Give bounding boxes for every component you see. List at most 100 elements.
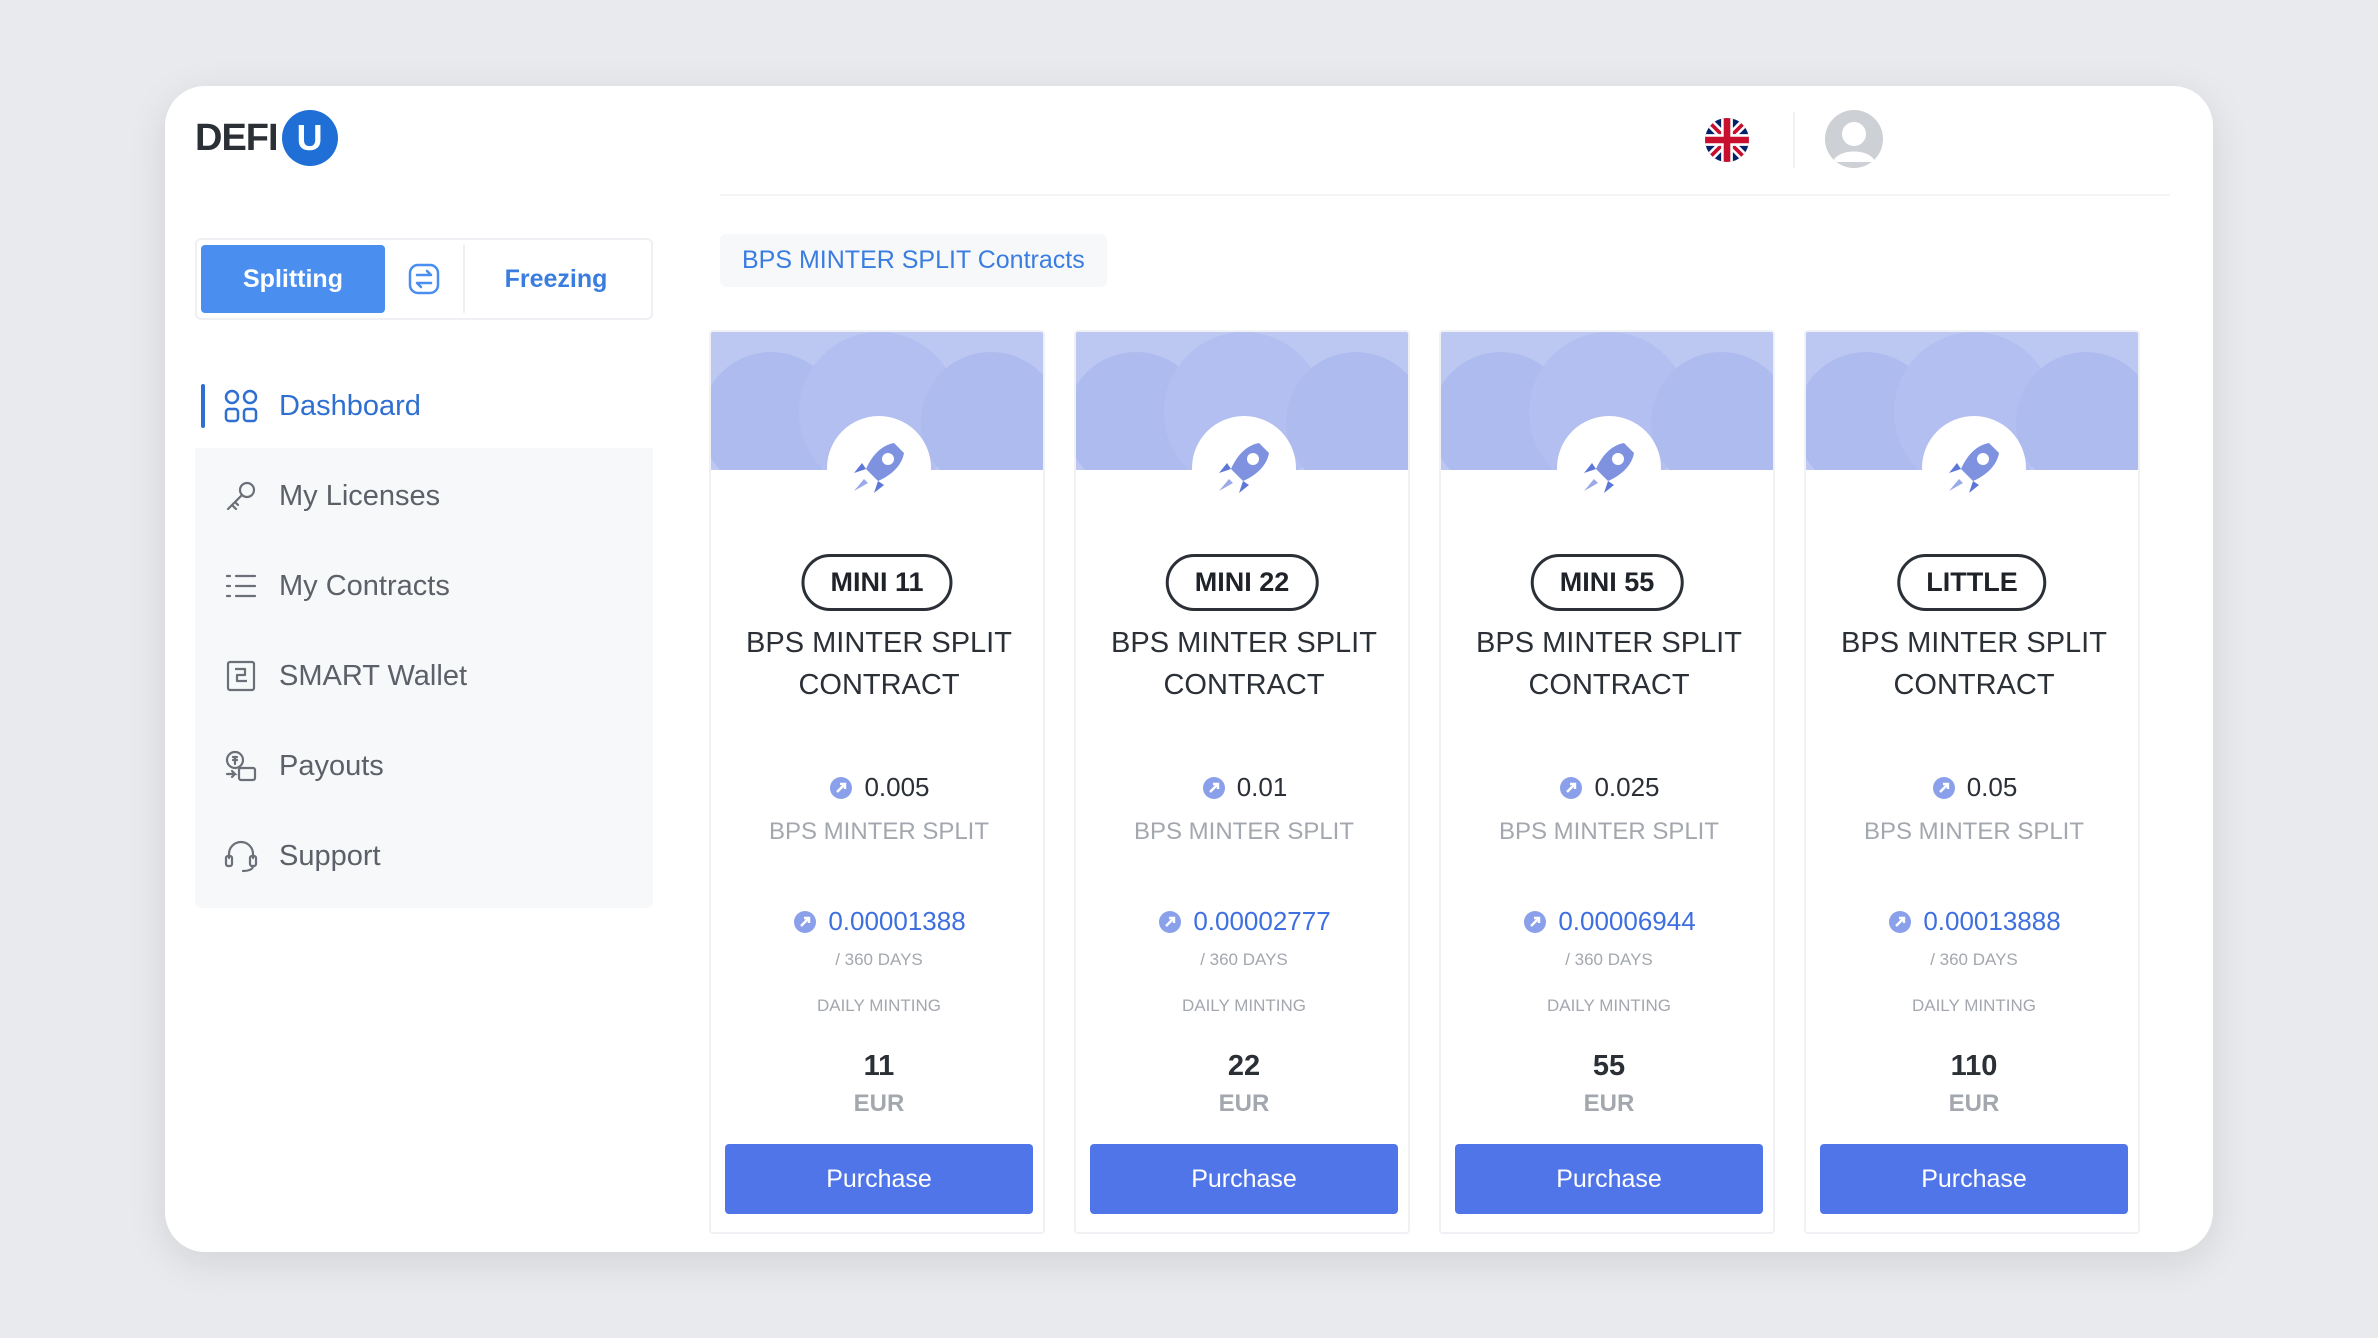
card-mint-value: 0.00001388: [828, 906, 966, 936]
coin-icon: [1889, 910, 1912, 933]
purchase-button[interactable]: Purchase: [1820, 1144, 2128, 1214]
sidebar-item-label: My Contracts: [279, 569, 450, 602]
sidebar-item-payouts[interactable]: Payouts: [195, 724, 653, 808]
card-name-line2: CONTRACT: [1163, 669, 1325, 701]
card-name-line2: CONTRACT: [798, 669, 960, 701]
card-tag: MINI 55: [1530, 554, 1684, 611]
wallet-icon: [226, 660, 256, 692]
card-period: / 360 DAYS: [835, 950, 923, 969]
card-period: / 360 DAYS: [1200, 950, 1288, 969]
card-price-value: 0.005: [864, 772, 930, 802]
card-daily-label: DAILY MINTING: [1181, 996, 1307, 1015]
card-tag: LITTLE: [1897, 554, 2047, 611]
sidebar-item-label: My Licenses: [279, 479, 441, 512]
coin-icon: [830, 776, 853, 799]
purchase-button[interactable]: Purchase: [1455, 1144, 1763, 1214]
card-price-value: 0.025: [1594, 772, 1660, 802]
rocket-icon: [1192, 416, 1296, 520]
key-icon: [226, 481, 256, 511]
card-amount: 11: [863, 1050, 895, 1082]
sidebar-menu: Dashboard My Licenses My Contracts SMART…: [195, 364, 653, 908]
sidebar-item-label: SMART Wallet: [279, 659, 468, 692]
coin-icon: [794, 910, 817, 933]
card-name-line1: BPS MINTER SPLIT: [1841, 627, 2107, 659]
card-daily-label: DAILY MINTING: [816, 996, 942, 1015]
user-avatar-icon[interactable]: [1825, 110, 1883, 168]
coin-icon: [1524, 910, 1547, 933]
card-amount: 110: [1950, 1050, 1998, 1082]
card-mint-value: 0.00013888: [1923, 906, 2061, 936]
card-price-label: BPS MINTER SPLIT: [1498, 818, 1720, 845]
card-period: / 360 DAYS: [1930, 950, 2018, 969]
card-mint: 0.00006944: [1441, 906, 1773, 937]
sidebar-item-label: Dashboard: [279, 389, 421, 422]
list-icon: [225, 574, 257, 598]
card-name-line1: BPS MINTER SPLIT: [1111, 627, 1377, 659]
card-mint: 0.00013888: [1806, 906, 2138, 937]
rocket-icon: [1922, 416, 2026, 520]
card-price-label: BPS MINTER SPLIT: [1863, 818, 2085, 845]
card-mint: 0.00002777: [1076, 906, 1408, 937]
card-name-line2: CONTRACT: [1528, 669, 1690, 701]
card-mint-value: 0.00002777: [1193, 906, 1331, 936]
header-divider: [1793, 112, 1795, 168]
card-currency: EUR: [1218, 1090, 1270, 1117]
card-price: 0.01: [1076, 772, 1408, 803]
card-currency: EUR: [1948, 1090, 2000, 1117]
card-price-label: BPS MINTER SPLIT: [768, 818, 990, 845]
contract-card-mini-22: MINI 22 BPS MINTER SPLIT CONTRACT 0.01 B…: [1074, 330, 1410, 1234]
purchase-button[interactable]: Purchase: [725, 1144, 1033, 1214]
card-tag: MINI 22: [1165, 554, 1319, 611]
freezing-tab[interactable]: Freezing: [463, 245, 647, 313]
card-price-value: 0.01: [1236, 772, 1288, 802]
brand-logo[interactable]: DEFI U: [195, 110, 338, 166]
card-name-line2: CONTRACT: [1893, 669, 2055, 701]
card-daily-label: DAILY MINTING: [1911, 996, 2037, 1015]
mode-toggle: Splitting Freezing: [195, 238, 653, 320]
sidebar-item-smart-wallet[interactable]: SMART Wallet: [195, 634, 653, 718]
card-name: BPS MINTER SPLIT CONTRACT: [711, 622, 1043, 706]
card-price-label: BPS MINTER SPLIT: [1133, 818, 1355, 845]
section-title[interactable]: BPS MINTER SPLIT Contracts: [720, 234, 1107, 287]
card-price-value: 0.05: [1966, 772, 2018, 802]
uk-flag-icon[interactable]: [1705, 118, 1749, 162]
sidebar-item-support[interactable]: Support: [195, 814, 653, 898]
card-price: 0.005: [711, 772, 1043, 803]
coin-icon: [1159, 910, 1182, 933]
card-name: BPS MINTER SPLIT CONTRACT: [1076, 622, 1408, 706]
purchase-button[interactable]: Purchase: [1090, 1144, 1398, 1214]
card-period: / 360 DAYS: [1565, 950, 1653, 969]
contract-card-mini-11: MINI 11 BPS MINTER SPLIT CONTRACT 0.005 …: [709, 330, 1045, 1234]
sidebar-item-label: Payouts: [279, 749, 384, 782]
sidebar-item-label: Support: [279, 839, 381, 872]
card-price: 0.025: [1441, 772, 1773, 803]
card-currency: EUR: [1583, 1090, 1635, 1117]
contract-card-mini-55: MINI 55 BPS MINTER SPLIT CONTRACT 0.025 …: [1439, 330, 1775, 1234]
app-window: DEFI U Splitting Freezing Dashboard My L…: [165, 86, 2213, 1252]
rocket-icon: [1557, 416, 1661, 520]
grid-icon: [224, 389, 258, 423]
card-name-line1: BPS MINTER SPLIT: [1476, 627, 1742, 659]
card-name: BPS MINTER SPLIT CONTRACT: [1806, 622, 2138, 706]
swap-icon[interactable]: [385, 262, 463, 296]
card-mint: 0.00001388: [711, 906, 1043, 937]
brand-name: DEFI: [195, 116, 279, 159]
card-amount: 22: [1227, 1050, 1261, 1082]
coin-icon: [1932, 776, 1955, 799]
card-amount: 55: [1592, 1050, 1626, 1082]
card-price: 0.05: [1806, 772, 2138, 803]
sidebar-item-my-licenses[interactable]: My Licenses: [195, 454, 653, 538]
splitting-tab[interactable]: Splitting: [201, 245, 385, 313]
coin-icon: [1202, 776, 1225, 799]
coin-icon: [1560, 776, 1583, 799]
card-name-line1: BPS MINTER SPLIT: [746, 627, 1012, 659]
card-mint-value: 0.00006944: [1558, 906, 1696, 936]
sidebar-item-dashboard[interactable]: Dashboard: [195, 364, 653, 448]
card-name: BPS MINTER SPLIT CONTRACT: [1441, 622, 1773, 706]
brand-badge: U: [281, 110, 338, 166]
rocket-icon: [827, 416, 931, 520]
sidebar-item-my-contracts[interactable]: My Contracts: [195, 544, 653, 628]
card-daily-label: DAILY MINTING: [1546, 996, 1672, 1015]
card-tag: MINI 11: [801, 554, 953, 611]
card-currency: EUR: [853, 1090, 905, 1117]
